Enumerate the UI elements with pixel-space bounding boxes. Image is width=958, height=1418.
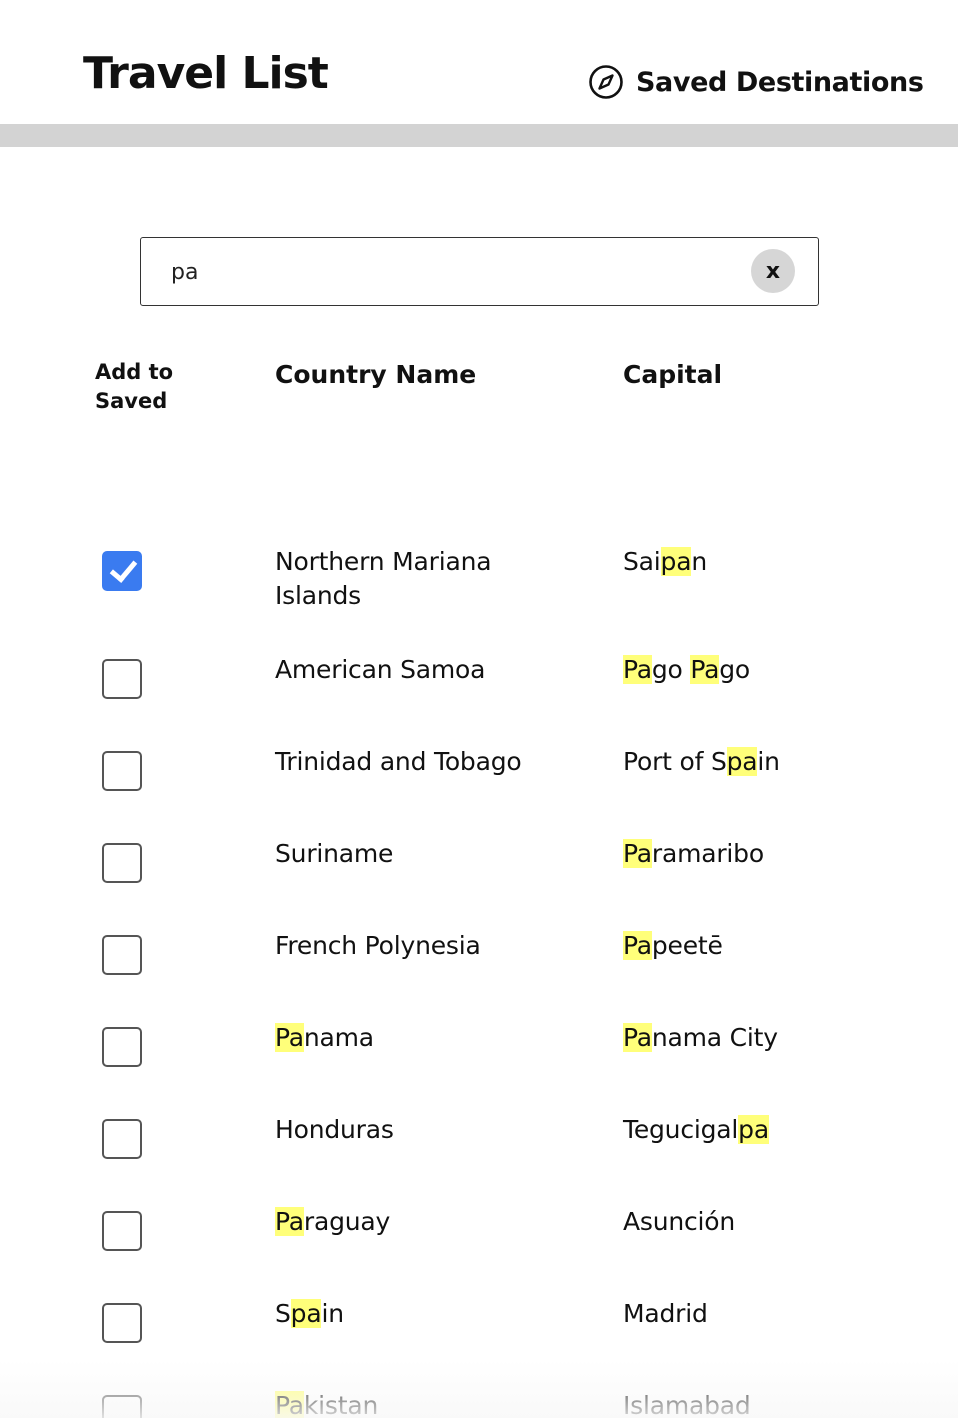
capital-cell: Panama City bbox=[623, 1023, 778, 1052]
app-title: Travel List bbox=[83, 48, 329, 99]
capital-cell: Asunción bbox=[623, 1207, 736, 1236]
country-name-cell: Panama bbox=[275, 1023, 374, 1052]
add-to-saved-checkbox[interactable] bbox=[102, 935, 142, 975]
country-name-cell: Paraguay bbox=[275, 1207, 391, 1236]
column-header-add-to-saved: Add to Saved bbox=[95, 360, 174, 413]
search-input[interactable] bbox=[171, 256, 731, 288]
column-header-country-name: Country Name bbox=[275, 360, 477, 389]
country-name-cell: American Samoa bbox=[275, 655, 486, 684]
search-box: x bbox=[140, 237, 819, 306]
capital-cell: Paramaribo bbox=[623, 839, 764, 868]
search-match-highlight: Pa bbox=[623, 839, 652, 868]
search-match-highlight: Pa bbox=[275, 1207, 304, 1236]
search-match-highlight: pa bbox=[738, 1115, 769, 1144]
search-match-highlight: pa bbox=[290, 1299, 322, 1328]
header-divider bbox=[0, 124, 958, 147]
add-to-saved-checkbox[interactable] bbox=[102, 751, 142, 791]
app-header: Travel List Saved Destinations bbox=[0, 0, 958, 124]
search-match-highlight: Pa bbox=[275, 1023, 304, 1052]
saved-destinations-link[interactable]: Saved Destinations bbox=[588, 64, 924, 100]
add-to-saved-checkbox[interactable] bbox=[102, 1303, 142, 1343]
add-to-saved-checkbox[interactable] bbox=[102, 843, 142, 883]
country-name-cell: Trinidad and Tobago bbox=[275, 747, 522, 776]
capital-cell: Pago Pago bbox=[623, 655, 751, 684]
compass-icon bbox=[588, 64, 624, 100]
add-to-saved-checkbox[interactable] bbox=[102, 1395, 142, 1418]
search-match-highlight: Pa bbox=[623, 655, 652, 684]
add-to-saved-checkbox[interactable] bbox=[102, 659, 142, 699]
add-to-saved-checkbox[interactable] bbox=[102, 1119, 142, 1159]
clear-search-button[interactable]: x bbox=[751, 249, 795, 293]
capital-cell: Tegucigalpa bbox=[623, 1115, 769, 1144]
column-header-capital: Capital bbox=[623, 360, 723, 389]
search-match-highlight: Pa bbox=[690, 655, 720, 684]
search-match-highlight: pa bbox=[726, 747, 758, 776]
country-name-cell: French Polynesia bbox=[275, 931, 481, 960]
add-to-saved-checkbox[interactable] bbox=[102, 1211, 142, 1251]
country-name-cell: Suriname bbox=[275, 839, 394, 868]
search-match-highlight: Pa bbox=[275, 1391, 304, 1418]
country-name-cell: Pakistan bbox=[275, 1391, 379, 1418]
capital-cell: Islamabad bbox=[623, 1391, 751, 1418]
saved-destinations-label: Saved Destinations bbox=[636, 66, 924, 98]
search-match-highlight: pa bbox=[660, 547, 692, 576]
country-name-cell: Northern Mariana Islands bbox=[275, 547, 492, 610]
add-to-saved-checkbox[interactable] bbox=[102, 551, 142, 591]
capital-cell: Port of Spain bbox=[623, 747, 780, 776]
country-name-cell: Spain bbox=[275, 1299, 344, 1328]
search-match-highlight: Pa bbox=[623, 1023, 652, 1052]
capital-cell: Madrid bbox=[623, 1299, 708, 1328]
country-name-cell: Honduras bbox=[275, 1115, 394, 1144]
add-to-saved-checkbox[interactable] bbox=[102, 1027, 142, 1067]
capital-cell: Saipan bbox=[623, 547, 707, 576]
capital-cell: Papeetē bbox=[623, 931, 723, 960]
search-match-highlight: Pa bbox=[623, 931, 652, 960]
